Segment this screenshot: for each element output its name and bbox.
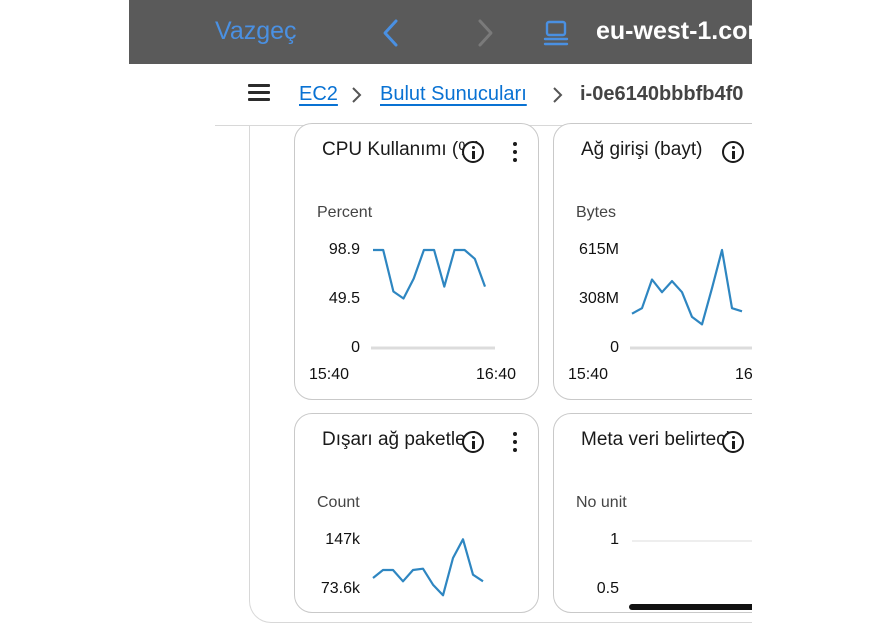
url-text[interactable]: eu-west-1.console.aws.amazon.com [596,17,752,46]
breadcrumb: EC2 Bulut Sunucuları i-0e6140bbbfb4f0 [215,64,752,126]
browser-frame: Vazgeç eu-west-1.console.aws.amazon.com … [129,0,752,623]
cancel-button[interactable]: Vazgeç [215,17,297,46]
network-in-card: Ağ girişi (bayt) Bytes 615M 308M 0 15:40… [553,123,752,400]
metadata-chart [632,540,752,542]
network-packets-out-card: Dışarı ağ paketleri Count 147k 73.6k [294,413,539,613]
series-line [373,248,487,300]
metadata-token-card: Meta veri belirteci No unit 1 0.5 [553,413,752,613]
breadcrumb-current: i-0e6140bbbfb4f0 [580,83,744,105]
screen: Vazgeç eu-west-1.console.aws.amazon.com … [0,0,881,623]
cpu-utilization-card: CPU Kullanımı (%) Percent 98.9 49.5 0 15… [294,123,539,400]
breadcrumb-instances[interactable]: Bulut Sunucuları [380,83,527,106]
cpu-line-chart [371,248,495,350]
network-packets-line-chart [372,538,484,597]
chevron-left-icon[interactable] [379,18,403,48]
series-line [631,248,743,326]
breadcrumb-ec2[interactable]: EC2 [299,83,338,106]
chevron-right-icon [553,87,563,103]
menu-icon[interactable] [248,84,270,102]
home-indicator [629,604,752,610]
network-in-line-chart [630,248,752,350]
browser-toolbar: Vazgeç eu-west-1.console.aws.amazon.com [129,0,752,64]
chevron-right-icon[interactable] [473,18,497,48]
series-line [372,538,484,597]
reader-icon[interactable] [543,20,569,46]
chevron-right-icon [352,87,362,103]
